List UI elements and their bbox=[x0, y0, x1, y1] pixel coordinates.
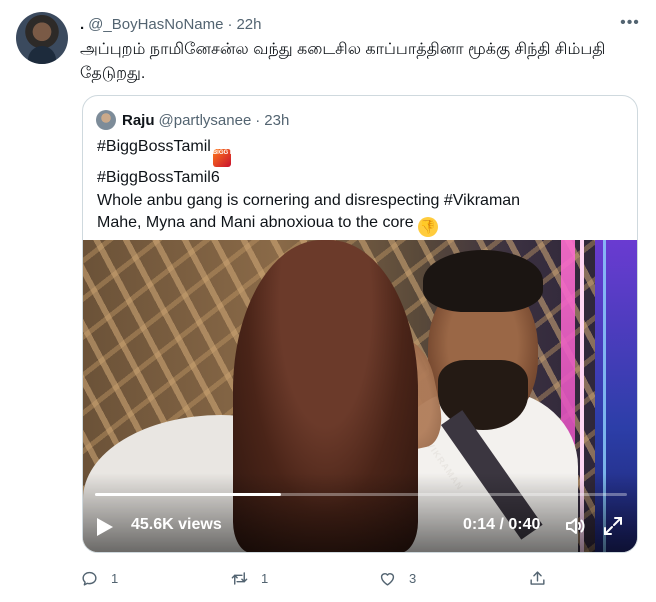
quote-separator: · bbox=[255, 111, 261, 129]
like-count: 3 bbox=[409, 570, 417, 586]
video-time: 0:14 / 0:40 bbox=[463, 516, 541, 533]
retweet-button[interactable]: 1 bbox=[230, 566, 268, 590]
thumbs-down-icon: 👎 bbox=[417, 217, 438, 237]
video-progress-fill bbox=[95, 493, 282, 496]
like-icon bbox=[380, 572, 395, 586]
quote-line-text: Mahe, Myna and Mani abnoxioua to the cor… bbox=[97, 214, 414, 231]
tweet-header: . @_BoyHasNoName · 22h bbox=[80, 13, 261, 35]
quote-line: Mahe, Myna and Mani abnoxioua to the cor… bbox=[97, 212, 627, 237]
timestamp[interactable]: 22h bbox=[236, 16, 261, 33]
volume-icon[interactable] bbox=[563, 514, 587, 538]
tweet-actions: 1 1 3 bbox=[80, 566, 550, 590]
quoted-tweet[interactable]: Raju @partlysanee · 23h #BiggBossTamil BI… bbox=[82, 95, 638, 553]
tweet: . @_BoyHasNoName · 22h ••• அப்புறம் நாமி… bbox=[0, 0, 656, 602]
quote-line: Whole anbu gang is cornering and disresp… bbox=[97, 191, 521, 209]
play-icon[interactable] bbox=[97, 518, 113, 536]
separator: · bbox=[227, 15, 233, 33]
quote-text: #BiggBossTamil BIGG BOSS #BiggBossTamil6 … bbox=[97, 136, 627, 237]
view-count: 45.6K views bbox=[131, 516, 222, 533]
like-button[interactable]: 3 bbox=[378, 566, 416, 590]
quote-timestamp: 23h bbox=[264, 111, 290, 129]
quote-avatar bbox=[96, 110, 116, 130]
tweet-text: அப்புறம் நாமினேசன்ல வந்து கடைசில காப்பாத… bbox=[80, 41, 606, 82]
reply-count: 1 bbox=[111, 570, 119, 586]
video-progress-bar[interactable] bbox=[95, 493, 627, 496]
quote-line: #BiggBossTamil BIGG BOSS bbox=[97, 136, 627, 167]
fullscreen-icon[interactable] bbox=[601, 514, 625, 538]
quote-line: #BiggBossTamil6 bbox=[97, 167, 627, 190]
video-controls: 45.6K views 0:14 / 0:40 bbox=[83, 510, 637, 542]
avatar[interactable] bbox=[16, 12, 68, 64]
hashtag-link[interactable]: #BiggBossTamil6 bbox=[97, 169, 220, 186]
retweet-count: 1 bbox=[261, 570, 269, 586]
more-icon[interactable]: ••• bbox=[620, 13, 640, 33]
quote-user-handle: @partlysanee bbox=[158, 111, 252, 129]
hashtag-link[interactable]: #BiggBossTamil bbox=[97, 138, 211, 155]
user-handle[interactable]: @_BoyHasNoName bbox=[88, 16, 223, 33]
reply-icon bbox=[82, 571, 97, 586]
share-icon bbox=[530, 570, 545, 585]
retweet-icon bbox=[231, 571, 248, 585]
person-hair bbox=[423, 250, 543, 312]
video-player[interactable]: VIKRAMAN 45.6K views 0:14 / 0:40 bbox=[83, 240, 637, 552]
display-name[interactable]: . bbox=[80, 16, 84, 33]
share-button[interactable] bbox=[528, 566, 559, 590]
quote-display-name: Raju bbox=[122, 111, 155, 129]
bigg-boss-badge-icon: BIGG BOSS bbox=[212, 149, 247, 167]
reply-button[interactable]: 1 bbox=[80, 566, 118, 590]
quote-header: Raju @partlysanee · 23h bbox=[96, 109, 289, 131]
